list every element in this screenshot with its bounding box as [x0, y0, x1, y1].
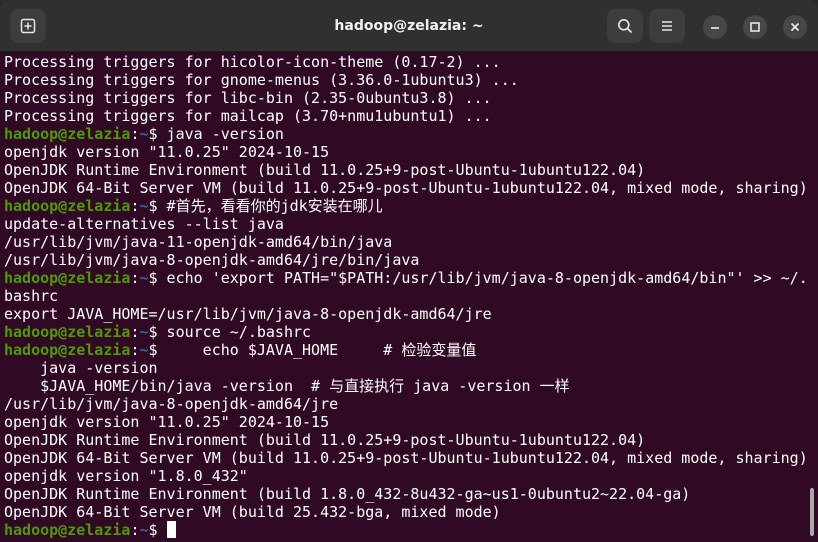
output-line: /usr/lib/jvm/java-8-openjdk-amd64/jre/bi… [4, 251, 420, 269]
output-line: Processing triggers for hicolor-icon-the… [4, 53, 501, 71]
output-line: $JAVA_HOME/bin/java -version # 与直接执行 jav… [4, 377, 570, 395]
output-line: /usr/lib/jvm/java-8-openjdk-amd64/jre [4, 395, 339, 413]
command-text [158, 521, 167, 539]
output-line: OpenJDK 64-Bit Server VM (build 11.0.25+… [4, 449, 808, 467]
prompt-symbol: $ [148, 323, 158, 341]
minimize-icon [711, 27, 719, 29]
command-text: java -version [157, 125, 284, 143]
prompt-line: hadoop@zelazia:~$ java -version [4, 125, 818, 143]
maximize-icon [750, 22, 760, 32]
prompt-symbol: $ [148, 341, 158, 359]
prompt-line: hadoop@zelazia:~$ source ~/.bashrc [4, 323, 818, 341]
output-line: /usr/lib/jvm/java-11-openjdk-amd64/bin/j… [4, 233, 393, 251]
output-line: java -version [4, 359, 158, 377]
prompt-user: hadoop@zelazia [4, 269, 131, 287]
prompt-user: hadoop@zelazia [4, 341, 131, 359]
prompt-user: hadoop@zelazia [4, 323, 131, 341]
prompt-line: hadoop@zelazia:~$ [4, 521, 818, 539]
prompt-path: ~ [139, 269, 149, 287]
prompt-path: ~ [139, 125, 149, 143]
prompt-user: hadoop@zelazia [4, 125, 131, 143]
output-line: bashrc [4, 287, 59, 305]
output-line: export JAVA_HOME=/usr/lib/jvm/java-8-ope… [4, 305, 492, 323]
text-cursor [166, 521, 176, 538]
prompt-path: ~ [139, 341, 149, 359]
close-button[interactable] [783, 15, 807, 39]
prompt-line: hadoop@zelazia:~$ echo 'export PATH="$PA… [4, 269, 818, 287]
prompt-line: hadoop@zelazia:~$ #首先，看看你的jdk安装在哪儿 [4, 197, 818, 215]
terminal-output[interactable]: Processing triggers for hicolor-icon-the… [0, 52, 818, 542]
search-button[interactable] [607, 9, 643, 43]
new-tab-icon [20, 18, 36, 34]
close-icon [790, 22, 800, 32]
prompt-symbol: $ [148, 269, 158, 287]
hamburger-menu-icon [662, 21, 672, 31]
output-line: openjdk version "11.0.25" 2024-10-15 [4, 413, 330, 431]
maximize-button[interactable] [743, 15, 767, 39]
scrollbar[interactable] [810, 488, 814, 536]
command-text: echo $JAVA_HOME # 检验变量值 [157, 341, 477, 359]
output-line: openjdk version "1.8.0_432" [4, 467, 248, 485]
prompt-line: hadoop@zelazia:~$ echo $JAVA_HOME # 检验变量… [4, 341, 818, 359]
prompt-path: ~ [139, 197, 149, 215]
title-bar[interactable]: hadoop@zelazia: ~ [0, 0, 818, 52]
command-text: source ~/.bashrc [157, 323, 312, 341]
output-line: Processing triggers for mailcap (3.70+nm… [4, 107, 492, 125]
prompt-user: hadoop@zelazia [4, 521, 131, 539]
output-line: OpenJDK Runtime Environment (build 1.8.0… [4, 485, 691, 503]
minimize-button[interactable] [703, 15, 727, 39]
prompt-symbol: $ [148, 197, 158, 215]
output-line: Processing triggers for libc-bin (2.35-0… [4, 89, 492, 107]
output-line: OpenJDK Runtime Environment (build 11.0.… [4, 431, 646, 449]
command-text: echo 'export PATH="$PATH:/usr/lib/jvm/ja… [157, 269, 808, 287]
output-line: update-alternatives --list java [4, 215, 284, 233]
prompt-path: ~ [139, 323, 149, 341]
prompt-symbol: $ [148, 521, 158, 539]
search-icon [618, 19, 633, 34]
output-line: OpenJDK 64-Bit Server VM (build 25.432-b… [4, 503, 501, 521]
prompt-path: ~ [139, 521, 149, 539]
terminal-window: hadoop@zelazia: ~ Processing triggers fo… [0, 0, 818, 542]
output-line: OpenJDK 64-Bit Server VM (build 11.0.25+… [4, 179, 808, 197]
prompt-user: hadoop@zelazia [4, 197, 131, 215]
prompt-symbol: $ [148, 125, 158, 143]
output-line: openjdk version "11.0.25" 2024-10-15 [4, 143, 330, 161]
output-line: Processing triggers for gnome-menus (3.3… [4, 71, 519, 89]
new-tab-button[interactable] [10, 9, 46, 43]
command-text: #首先，看看你的jdk安装在哪儿 [157, 197, 383, 215]
output-line: OpenJDK Runtime Environment (build 11.0.… [4, 161, 646, 179]
menu-button[interactable] [649, 9, 685, 43]
window-title: hadoop@zelazia: ~ [334, 18, 484, 34]
